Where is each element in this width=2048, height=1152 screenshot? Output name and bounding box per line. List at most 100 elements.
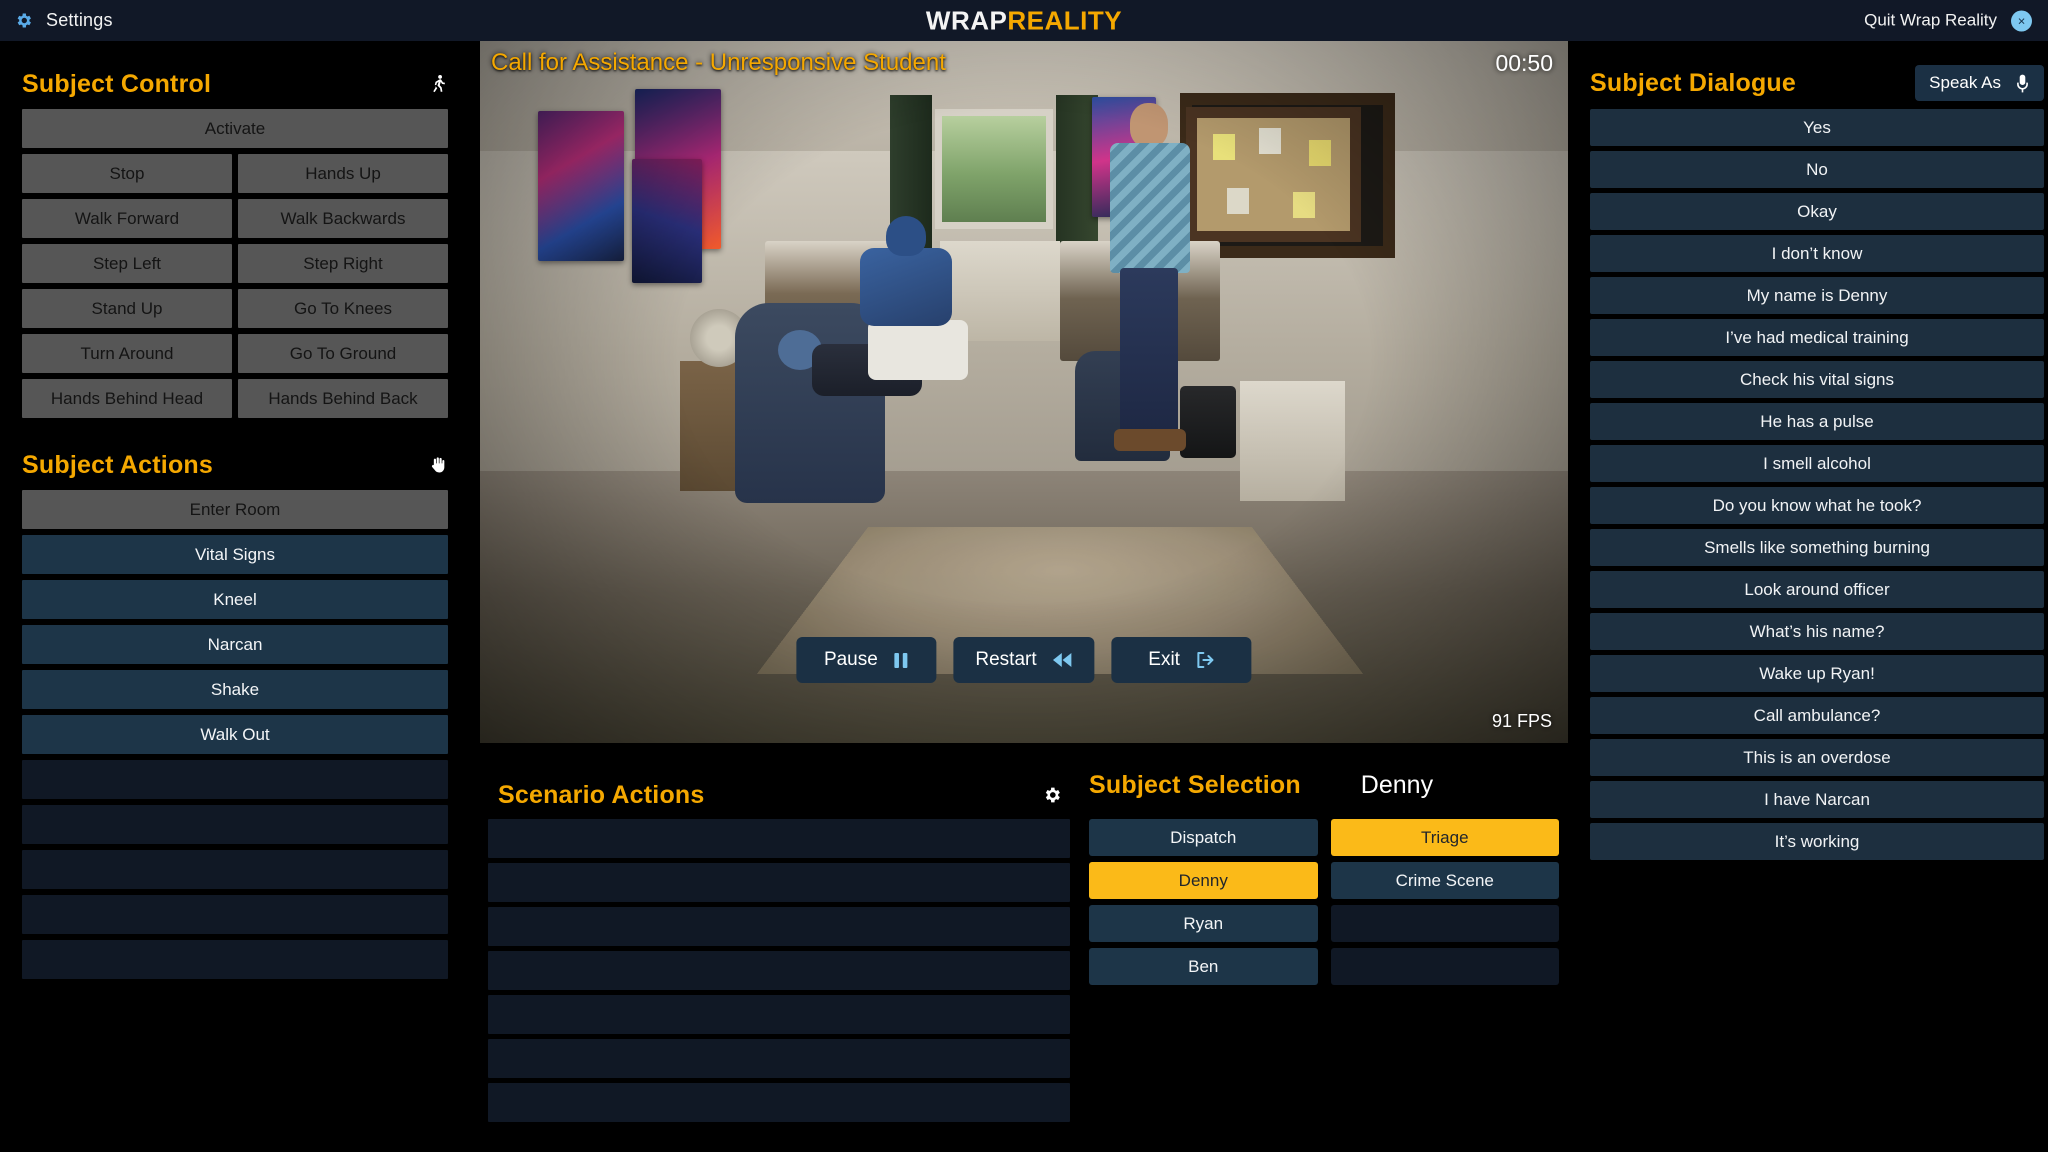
subject-selection-title: Subject Selection bbox=[1089, 771, 1301, 799]
dialogue-option[interactable]: Smells like something burning bbox=[1590, 529, 2044, 566]
subject-action-walk-out-button[interactable]: Walk Out bbox=[22, 715, 448, 754]
bottom-center-area: Scenario Actions Subject Selection Denny… bbox=[480, 757, 1568, 1152]
subject-action-narcan-button[interactable]: Narcan bbox=[22, 625, 448, 664]
subject-select-denny-button[interactable]: Denny bbox=[1089, 862, 1318, 899]
dialogue-option[interactable]: I don’t know bbox=[1590, 235, 2044, 272]
context-column: Triage Crime Scene bbox=[1330, 819, 1559, 985]
step-right-button[interactable]: Step Right bbox=[238, 244, 448, 283]
subject-action-enter-room-button[interactable]: Enter Room bbox=[22, 490, 448, 529]
gear-icon[interactable] bbox=[1042, 785, 1062, 805]
scenario-action-empty-slot bbox=[488, 863, 1070, 902]
dialogue-option[interactable]: Wake up Ryan! bbox=[1590, 655, 2044, 692]
running-person-icon[interactable] bbox=[428, 73, 448, 95]
walk-forward-button[interactable]: Walk Forward bbox=[22, 199, 232, 238]
settings-button[interactable]: Settings bbox=[14, 10, 113, 31]
video-controls: Pause Restart Exit bbox=[796, 637, 1252, 683]
scenario-action-empty-slot bbox=[488, 1039, 1070, 1078]
subject-action-empty-slot bbox=[22, 850, 448, 889]
top-bar: Settings WRAPREALITY Quit Wrap Reality × bbox=[0, 0, 2048, 41]
pause-button-label: Pause bbox=[823, 649, 878, 670]
dialogue-option[interactable]: This is an overdose bbox=[1590, 739, 2044, 776]
scenario-action-empty-slot bbox=[488, 951, 1070, 990]
right-panel: Subject Dialogue Speak As Yes No Okay I don… bbox=[1586, 41, 2048, 1152]
control-row: Stop Hands Up bbox=[22, 154, 448, 193]
close-icon[interactable]: × bbox=[2011, 10, 2032, 31]
stop-button[interactable]: Stop bbox=[22, 154, 232, 193]
go-to-knees-button[interactable]: Go To Knees bbox=[238, 289, 448, 328]
subject-select-ryan-button[interactable]: Ryan bbox=[1089, 905, 1318, 942]
dialogue-option[interactable]: Look around officer bbox=[1590, 571, 2044, 608]
subject-action-empty-slot bbox=[22, 805, 448, 844]
dialogue-option[interactable]: What’s his name? bbox=[1590, 613, 2044, 650]
subject-action-empty-slot bbox=[22, 760, 448, 799]
dialogue-option[interactable]: My name is Denny bbox=[1590, 277, 2044, 314]
hands-behind-back-button[interactable]: Hands Behind Back bbox=[238, 379, 448, 418]
dialogue-option[interactable]: Yes bbox=[1590, 109, 2044, 146]
subject-select-dispatch-button[interactable]: Dispatch bbox=[1089, 819, 1318, 856]
dialogue-option[interactable]: Check his vital signs bbox=[1590, 361, 2044, 398]
subject-action-empty-slot bbox=[22, 940, 448, 979]
dialogue-option[interactable]: It’s working bbox=[1590, 823, 2044, 860]
control-row: Walk Forward Walk Backwards bbox=[22, 199, 448, 238]
subject-dialogue-title: Subject Dialogue bbox=[1590, 68, 1797, 97]
scenario-title: Call for Assistance - Unresponsive Stude… bbox=[491, 49, 946, 76]
subject-action-kneel-button[interactable]: Kneel bbox=[22, 580, 448, 619]
dialogue-option[interactable]: No bbox=[1590, 151, 2044, 188]
exit-icon bbox=[1196, 651, 1215, 669]
dialogue-option[interactable]: I’ve had medical training bbox=[1590, 319, 2044, 356]
scenario-action-empty-slot bbox=[488, 995, 1070, 1034]
pause-button[interactable]: Pause bbox=[796, 637, 937, 683]
subject-control-buttons: Activate Stop Hands Up Walk Forward Walk… bbox=[22, 109, 448, 418]
microphone-icon bbox=[2015, 74, 2030, 93]
control-row: Stand Up Go To Knees bbox=[22, 289, 448, 328]
logo-wrap-text: WRAP bbox=[925, 5, 1008, 35]
subject-control-title: Subject Control bbox=[22, 69, 212, 98]
speak-as-button[interactable]: Speak As bbox=[1915, 65, 2044, 101]
hands-up-button[interactable]: Hands Up bbox=[238, 154, 448, 193]
subject-dialogue-list: Yes No Okay I don’t know My name is Denny I’v… bbox=[1590, 109, 2044, 860]
scenario-action-empty-slot bbox=[488, 819, 1070, 858]
subject-dialogue-header: Subject Dialogue Speak As bbox=[1590, 41, 2044, 109]
control-row: Step Left Step Right bbox=[22, 244, 448, 283]
context-empty-slot bbox=[1330, 948, 1559, 985]
subject-action-empty-slot bbox=[22, 895, 448, 934]
dialogue-option[interactable]: Okay bbox=[1590, 193, 2044, 230]
subject-actions-header: Subject Actions bbox=[22, 418, 448, 490]
center-panel: Call for Assistance - Unresponsive Stude… bbox=[480, 41, 1568, 1152]
dialogue-option[interactable]: He has a pulse bbox=[1590, 403, 2044, 440]
subject-select-ben-button[interactable]: Ben bbox=[1089, 948, 1318, 985]
hands-behind-head-button[interactable]: Hands Behind Head bbox=[22, 379, 232, 418]
pause-icon bbox=[894, 652, 909, 669]
stand-up-button[interactable]: Stand Up bbox=[22, 289, 232, 328]
gear-icon bbox=[14, 11, 33, 30]
speak-as-label: Speak As bbox=[1929, 73, 2001, 92]
scenario-video[interactable]: Call for Assistance - Unresponsive Stude… bbox=[480, 41, 1568, 743]
subject-actions-list: Enter Room Vital Signs Kneel Narcan Shake Wal… bbox=[22, 490, 448, 979]
hand-icon[interactable] bbox=[428, 454, 448, 476]
context-select-triage-button[interactable]: Triage bbox=[1330, 819, 1559, 856]
dialogue-option[interactable]: Do you know what he took? bbox=[1590, 487, 2044, 524]
exit-button[interactable]: Exit bbox=[1111, 637, 1252, 683]
subject-action-vital-signs-button[interactable]: Vital Signs bbox=[22, 535, 448, 574]
dialogue-option[interactable]: I smell alcohol bbox=[1590, 445, 2044, 482]
turn-around-button[interactable]: Turn Around bbox=[22, 334, 232, 373]
subject-action-shake-button[interactable]: Shake bbox=[22, 670, 448, 709]
subject-control-header: Subject Control bbox=[22, 41, 448, 109]
scenario-timer: 00:50 bbox=[1495, 50, 1553, 76]
rewind-icon bbox=[1053, 652, 1073, 668]
scenario-actions-header: Scenario Actions bbox=[488, 757, 1070, 819]
dialogue-option[interactable]: Call ambulance? bbox=[1590, 697, 2044, 734]
walk-backwards-button[interactable]: Walk Backwards bbox=[238, 199, 448, 238]
quit-label: Quit Wrap Reality bbox=[1864, 10, 1997, 30]
settings-label: Settings bbox=[46, 10, 113, 30]
dialogue-option[interactable]: I have Narcan bbox=[1590, 781, 2044, 818]
go-to-ground-button[interactable]: Go To Ground bbox=[238, 334, 448, 373]
step-left-button[interactable]: Step Left bbox=[22, 244, 232, 283]
exit-button-label: Exit bbox=[1148, 649, 1180, 670]
restart-button[interactable]: Restart bbox=[953, 637, 1095, 683]
context-select-crime-scene-button[interactable]: Crime Scene bbox=[1330, 862, 1559, 899]
subject-selection-header: Subject Selection Denny bbox=[1089, 757, 1559, 819]
app-logo: WRAPREALITY bbox=[926, 5, 1122, 36]
activate-button[interactable]: Activate bbox=[22, 109, 448, 148]
quit-area[interactable]: Quit Wrap Reality × bbox=[1864, 10, 2032, 31]
